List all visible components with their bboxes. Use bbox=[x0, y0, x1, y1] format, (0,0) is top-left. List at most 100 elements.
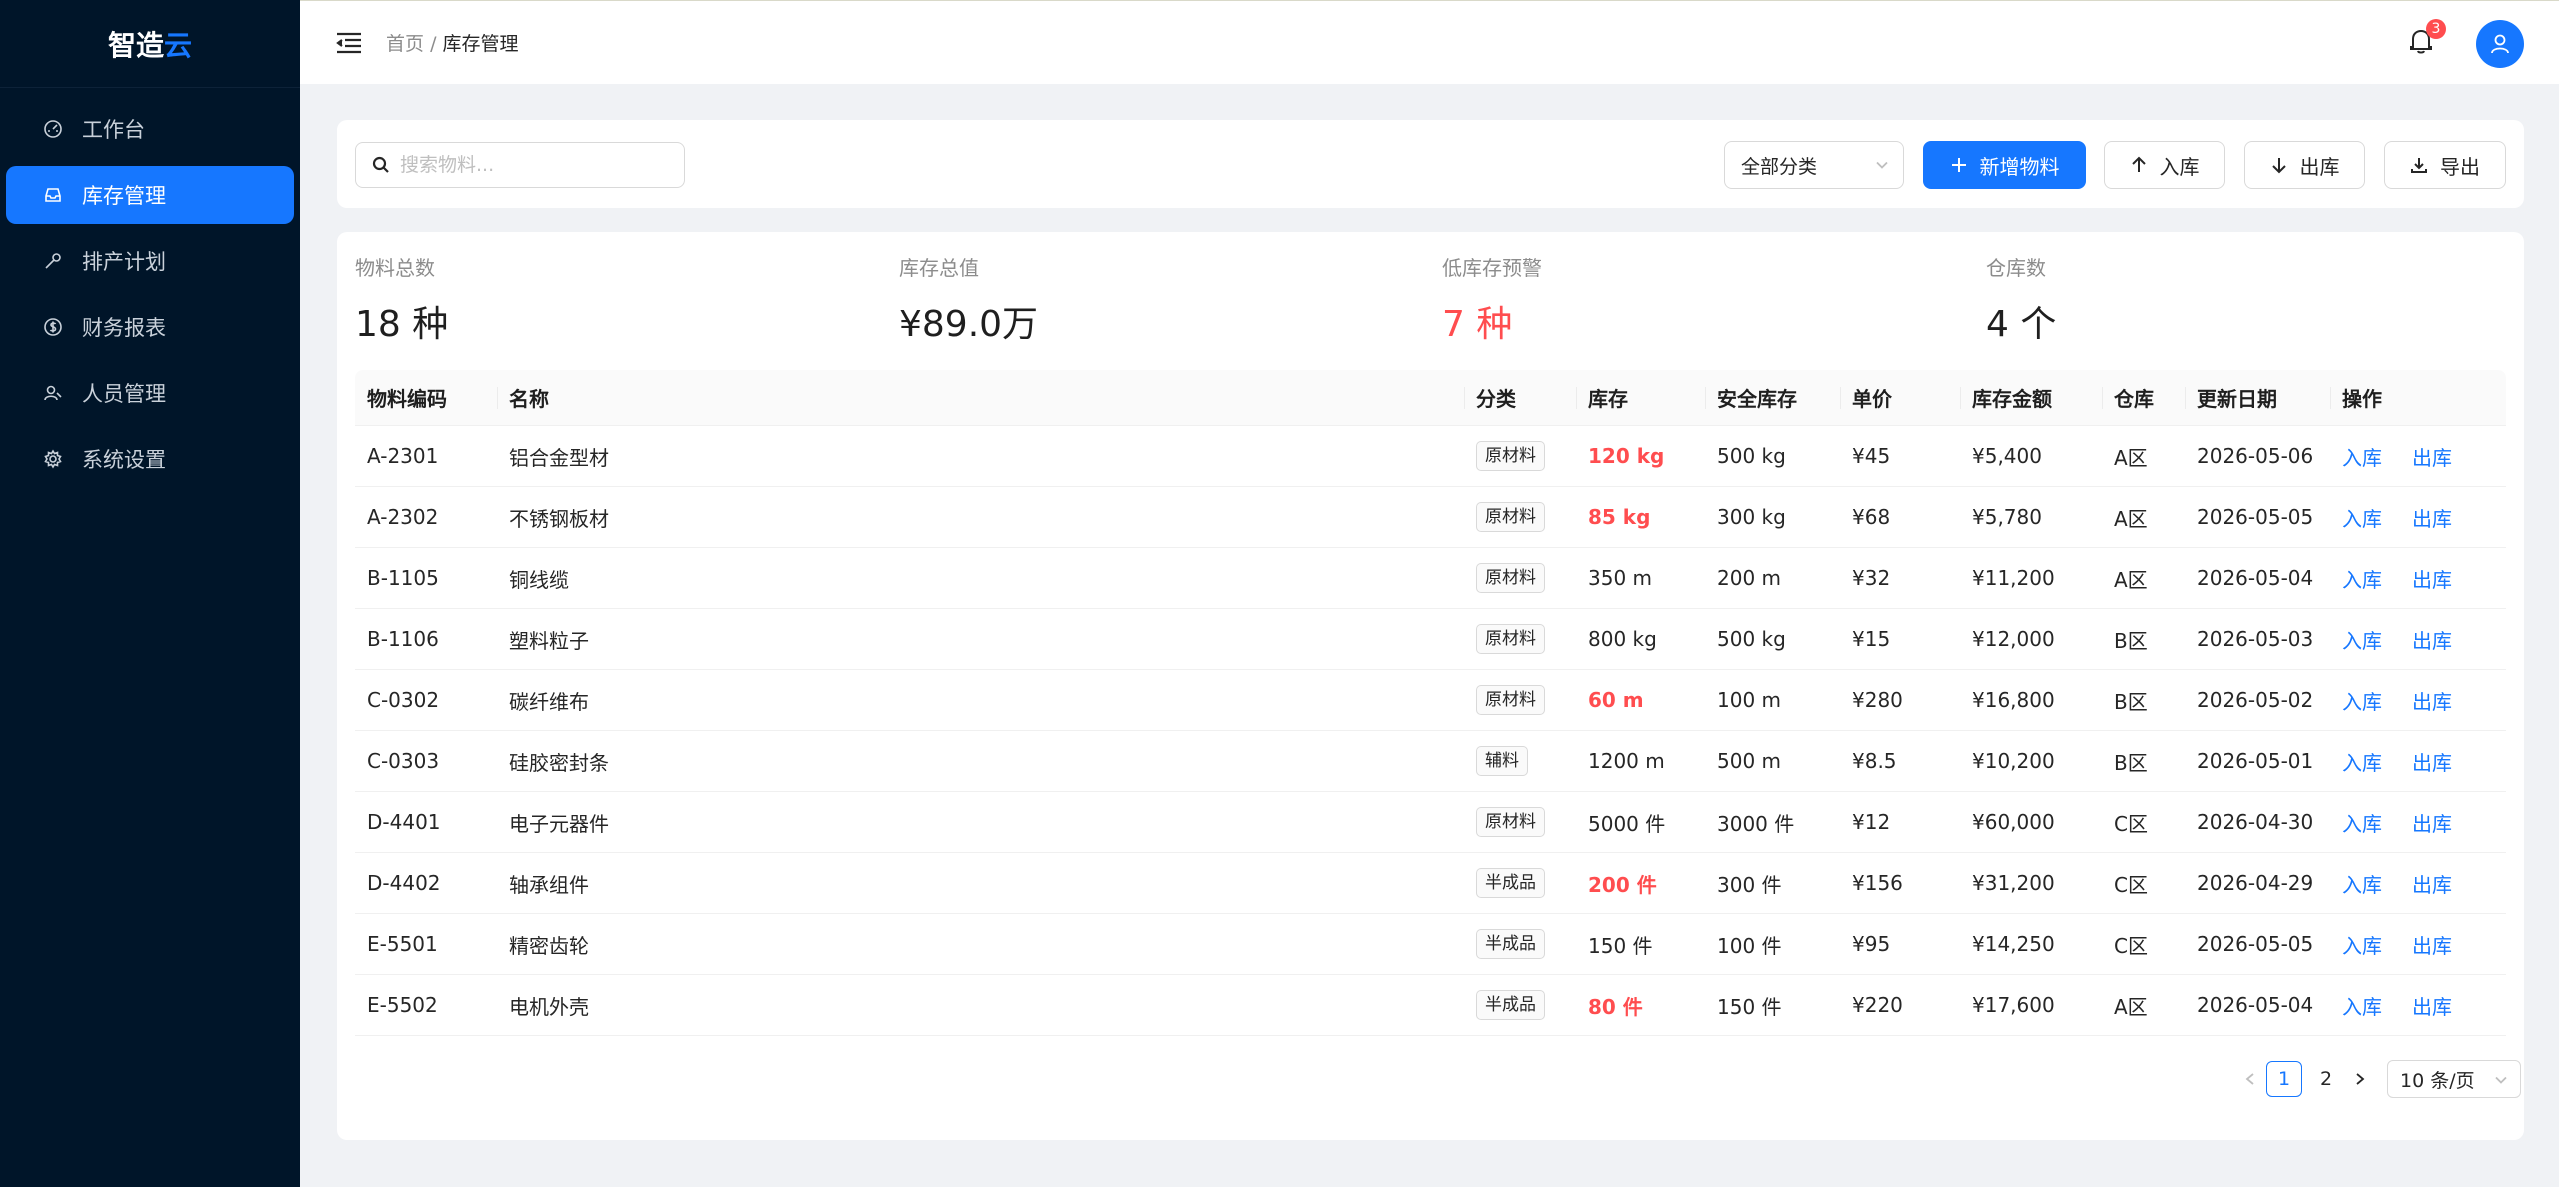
safety-stock-cell: 500 kg bbox=[1717, 627, 1786, 651]
row-stock-in-link[interactable]: 入库 bbox=[2342, 629, 2382, 653]
stock-in-button[interactable]: 入库 bbox=[2104, 141, 2225, 189]
row-stock-in-link[interactable]: 入库 bbox=[2342, 812, 2382, 836]
row-stock-out-link[interactable]: 出库 bbox=[2412, 690, 2452, 714]
warehouse-cell: C区 bbox=[2114, 933, 2148, 958]
row-stock-out-link[interactable]: 出库 bbox=[2412, 568, 2452, 592]
date-cell: 2026-05-04 bbox=[2197, 566, 2314, 590]
stock-in-label: 入库 bbox=[2159, 154, 2200, 179]
dashboard-icon bbox=[42, 118, 64, 140]
row-stock-in-link[interactable]: 入库 bbox=[2342, 568, 2382, 592]
stat-value: 4 个 bbox=[1986, 304, 2057, 345]
material-name: 电机外壳 bbox=[509, 994, 589, 1019]
category-tag: 原材料 bbox=[1476, 685, 1545, 715]
row-stock-out-link[interactable]: 出库 bbox=[2412, 934, 2452, 958]
sidebar-item-settings[interactable]: 系统设置 bbox=[6, 430, 294, 488]
table-row: E-5502 电机外壳 半成品 80 件 150 件 ¥220 ¥17,600 … bbox=[355, 975, 2506, 1036]
price-cell: ¥15 bbox=[1852, 627, 1891, 651]
sidebar-item-finance[interactable]: 财务报表 bbox=[6, 298, 294, 356]
table-row: E-5501 精密齿轮 半成品 150 件 100 件 ¥95 ¥14,250 … bbox=[355, 914, 2506, 975]
column-header: 仓库 bbox=[2102, 370, 2185, 425]
price-cell: ¥12 bbox=[1852, 810, 1891, 834]
category-tag: 原材料 bbox=[1476, 624, 1545, 654]
export-button[interactable]: 导出 bbox=[2384, 141, 2506, 189]
row-stock-in-link[interactable]: 入库 bbox=[2342, 751, 2382, 775]
row-stock-in-link[interactable]: 入库 bbox=[2342, 873, 2382, 897]
row-stock-in-link[interactable]: 入库 bbox=[2342, 507, 2382, 531]
warehouse-cell: B区 bbox=[2114, 628, 2148, 653]
menu-fold-icon[interactable] bbox=[336, 30, 362, 56]
row-stock-out-link[interactable]: 出库 bbox=[2412, 507, 2452, 531]
amount-cell: ¥12,000 bbox=[1972, 627, 2055, 651]
category-tag: 半成品 bbox=[1476, 929, 1545, 959]
sidebar-item-workbench[interactable]: 工作台 bbox=[6, 100, 294, 158]
safety-stock-cell: 3000 件 bbox=[1717, 811, 1795, 836]
column-header: 物料编码 bbox=[367, 387, 447, 411]
sidebar-item-label: 排产计划 bbox=[82, 250, 166, 274]
avatar[interactable] bbox=[2476, 20, 2524, 68]
material-name: 塑料粒子 bbox=[509, 628, 589, 653]
date-cell: 2026-05-05 bbox=[2197, 505, 2314, 529]
gear-icon bbox=[42, 448, 64, 470]
add-material-button[interactable]: 新增物料 bbox=[1923, 141, 2086, 189]
breadcrumb-separator: / bbox=[430, 33, 437, 55]
stock-out-button[interactable]: 出库 bbox=[2244, 141, 2365, 189]
sidebar-item-personnel[interactable]: 人员管理 bbox=[6, 364, 294, 422]
export-label: 导出 bbox=[2440, 154, 2480, 179]
table-row: D-4401 电子元器件 原材料 5000 件 3000 件 ¥12 ¥60,0… bbox=[355, 792, 2506, 853]
chevron-down-icon bbox=[1876, 161, 1888, 169]
amount-cell: ¥17,600 bbox=[1972, 993, 2055, 1017]
row-stock-in-link[interactable]: 入库 bbox=[2342, 995, 2382, 1019]
row-stock-in-link[interactable]: 入库 bbox=[2342, 446, 2382, 470]
sidebar-item-label: 人员管理 bbox=[82, 382, 166, 406]
page-number-2[interactable]: 2 bbox=[2308, 1061, 2344, 1097]
category-select[interactable]: 全部分类 bbox=[1724, 141, 1904, 189]
material-name: 精密齿轮 bbox=[509, 933, 589, 958]
warehouse-cell: A区 bbox=[2114, 445, 2148, 470]
row-stock-in-link[interactable]: 入库 bbox=[2342, 934, 2382, 958]
warehouse-cell: B区 bbox=[2114, 689, 2148, 714]
search-input[interactable] bbox=[400, 154, 670, 176]
user-icon bbox=[42, 382, 64, 404]
app-logo[interactable]: 智造云 bbox=[0, 0, 300, 88]
row-stock-out-link[interactable]: 出库 bbox=[2412, 995, 2452, 1019]
download-icon bbox=[2411, 158, 2427, 173]
row-stock-out-link[interactable]: 出库 bbox=[2412, 629, 2452, 653]
row-stock-out-link[interactable]: 出库 bbox=[2412, 751, 2452, 775]
amount-cell: ¥60,000 bbox=[1972, 810, 2055, 834]
sidebar-item-label: 系统设置 bbox=[82, 448, 166, 472]
date-cell: 2026-05-02 bbox=[2197, 688, 2314, 712]
prev-page-button[interactable] bbox=[2237, 1072, 2263, 1086]
page-number-1[interactable]: 1 bbox=[2266, 1061, 2302, 1097]
stock-cell: 350 m bbox=[1588, 566, 1653, 590]
sidebar-item-inventory[interactable]: 库存管理 bbox=[6, 166, 294, 224]
date-cell: 2026-04-30 bbox=[2197, 810, 2314, 834]
row-stock-out-link[interactable]: 出库 bbox=[2412, 812, 2452, 836]
sidebar-item-production-plan[interactable]: 排产计划 bbox=[6, 232, 294, 290]
row-stock-in-link[interactable]: 入库 bbox=[2342, 690, 2382, 714]
breadcrumb-home[interactable]: 首页 bbox=[386, 33, 424, 55]
stock-cell: 120 kg bbox=[1588, 444, 1665, 468]
search-box[interactable] bbox=[355, 142, 685, 188]
material-name: 铜线缆 bbox=[509, 567, 569, 592]
safety-stock-cell: 300 kg bbox=[1717, 505, 1786, 529]
category-cell: 原材料 bbox=[1464, 563, 1576, 593]
actions-cell: 入库 出库 bbox=[2330, 808, 2506, 837]
stock-cell: 80 件 bbox=[1588, 994, 1643, 1019]
category-tag: 原材料 bbox=[1476, 502, 1545, 532]
category-cell: 半成品 bbox=[1464, 868, 1576, 898]
user-avatar-icon bbox=[2491, 34, 2509, 54]
column-header: 库存金额 bbox=[1960, 370, 2102, 425]
price-cell: ¥32 bbox=[1852, 566, 1891, 590]
page-size-select[interactable]: 10 条/页 bbox=[2387, 1060, 2521, 1098]
tool-icon bbox=[42, 250, 64, 272]
row-stock-out-link[interactable]: 出库 bbox=[2412, 873, 2452, 897]
actions-cell: 入库 出库 bbox=[2330, 991, 2506, 1020]
actions-cell: 入库 出库 bbox=[2330, 869, 2506, 898]
row-stock-out-link[interactable]: 出库 bbox=[2412, 446, 2452, 470]
notification-button[interactable]: 3 bbox=[2408, 19, 2446, 59]
next-page-button[interactable] bbox=[2347, 1072, 2373, 1086]
date-cell: 2026-05-01 bbox=[2197, 749, 2314, 773]
sidebar-item-label: 工作台 bbox=[82, 118, 145, 142]
material-code: B-1105 bbox=[367, 566, 439, 590]
material-code: C-0303 bbox=[367, 749, 440, 773]
